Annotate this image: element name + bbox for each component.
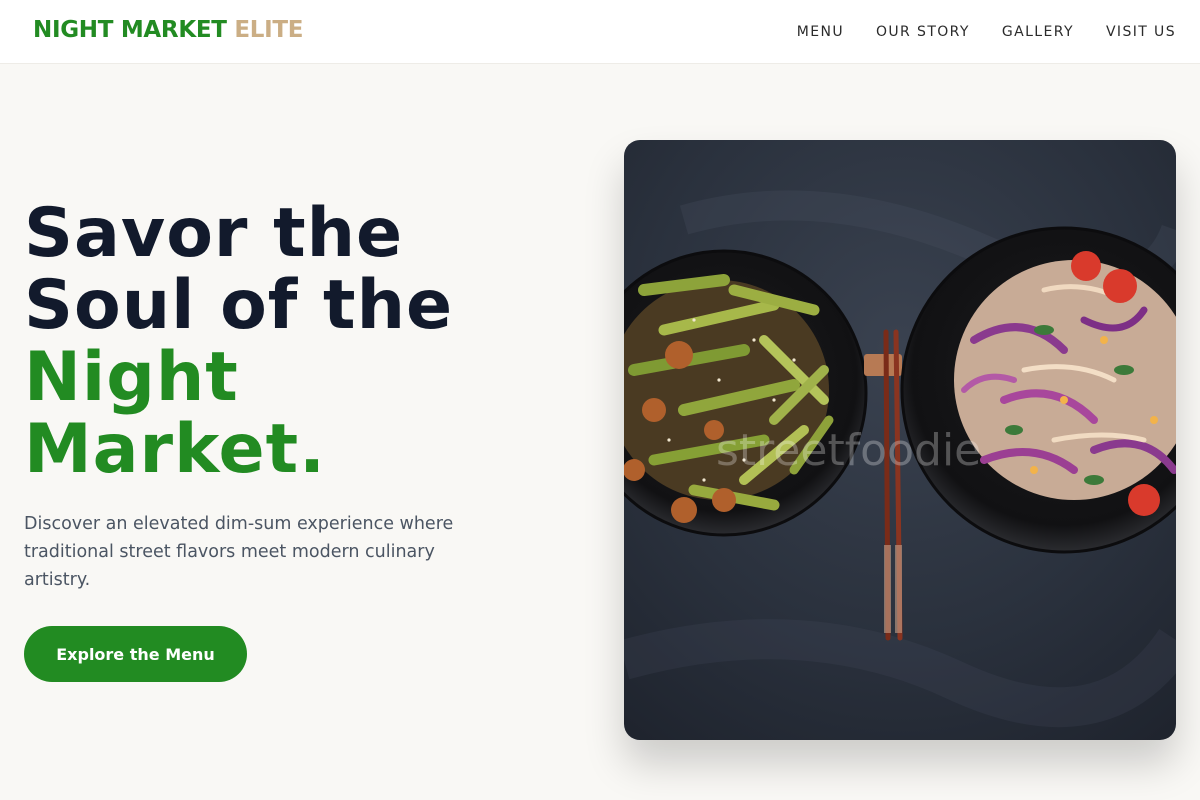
nav-item-gallery[interactable]: GALLERY	[1002, 24, 1074, 40]
brand-name-secondary: ELITE	[234, 17, 304, 43]
main-nav: MENU OUR STORY GALLERY VISIT US	[797, 24, 1176, 40]
explore-menu-button[interactable]: Explore the Menu	[24, 626, 247, 682]
hero-description: Discover an elevated dim-sum experience …	[24, 514, 454, 590]
hero-food-image: streetfoodie	[624, 140, 1176, 740]
brand-logo[interactable]: NIGHT MARKET ELITE	[33, 17, 304, 43]
hero-title-line: Soul of the	[24, 266, 454, 345]
image-watermark: streetfoodie	[716, 425, 981, 476]
hero-title-line: Savor the	[24, 194, 404, 273]
brand-name-primary: NIGHT MARKET	[33, 17, 227, 43]
nav-item-visit-us[interactable]: VISIT US	[1106, 24, 1176, 40]
hero-title-highlight: Night	[24, 338, 239, 417]
hero-title: Savor the Soul of the Night Market.	[24, 198, 453, 486]
nav-item-menu[interactable]: MENU	[797, 24, 844, 40]
nav-item-our-story[interactable]: OUR STORY	[876, 24, 970, 40]
hero-title-highlight: Market.	[24, 410, 326, 489]
site-header: NIGHT MARKET ELITE MENU OUR STORY GALLER…	[0, 0, 1200, 64]
